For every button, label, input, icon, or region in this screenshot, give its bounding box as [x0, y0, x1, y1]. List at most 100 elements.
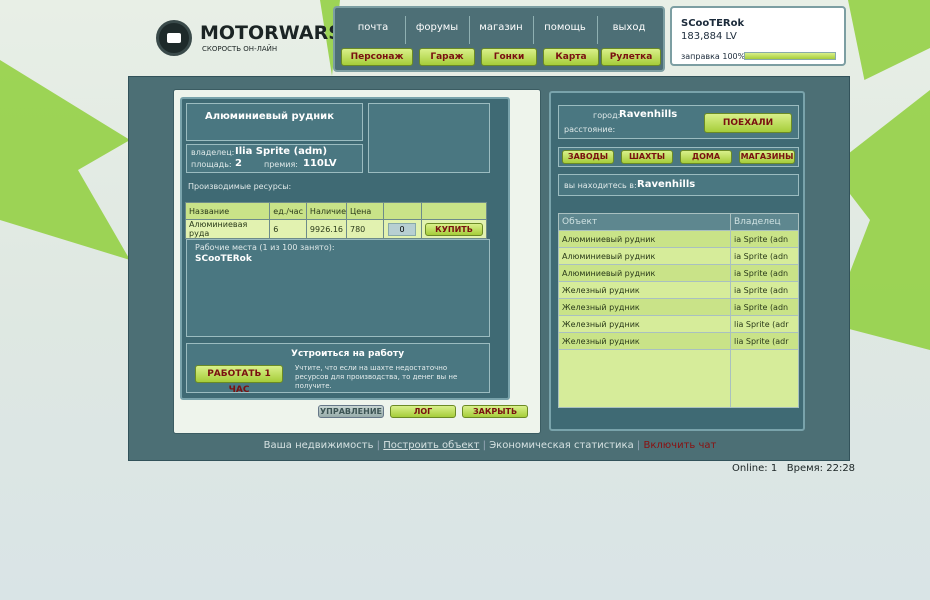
job-note: Учтите, что если на шахте недостаточно р… [295, 364, 458, 390]
building-title-box: Алюминиевый рудник [186, 103, 363, 141]
column-header: Цена [345, 202, 385, 220]
owner-name[interactable]: Ilia Sprite (adm) [235, 146, 327, 157]
close-button[interactable]: ЗАКРЫТЬ [462, 405, 528, 418]
fuel-progress-fill [745, 53, 835, 59]
building-panel: Алюминиевый рудник владелец: Ilia Sprite… [180, 97, 510, 400]
building-window: Алюминиевый рудник владелец: Ilia Sprite… [173, 89, 541, 434]
nav-button-races[interactable]: Гонки [481, 48, 537, 66]
buy-button[interactable]: КУПИТЬ [425, 222, 483, 236]
city-label: город: [593, 111, 621, 120]
object-owner[interactable]: lia Sprite (adr [730, 332, 799, 350]
travel-city[interactable]: Ravenhills [619, 109, 677, 120]
empty-cell [730, 349, 799, 408]
table-row[interactable]: Железный рудник lia Sprite (adr [558, 315, 799, 333]
build-object-link[interactable]: Построить объект [383, 440, 479, 451]
nav-link-help[interactable]: помощь [533, 22, 597, 33]
nav-button-roulette[interactable]: Рулетка [601, 48, 661, 66]
nav-link-mail[interactable]: почта [341, 22, 405, 33]
city-panel: город: Ravenhills расстояние: ПОЕХАЛИ ЗА… [549, 91, 805, 431]
nav-button-map[interactable]: Карта [543, 48, 599, 66]
decor-splash [0, 60, 130, 260]
objects-table: Объект Владелец Алюминиевый рудник ia Spr… [558, 213, 799, 408]
workplaces-label: Рабочие места (1 из 100 занято): [195, 243, 335, 252]
decor-splash [848, 0, 930, 80]
location-box: вы находитесь в: Ravenhills [558, 174, 799, 196]
premium-value: 110LV [303, 158, 337, 169]
distance-label: расстояние: [564, 125, 616, 134]
table-filler [558, 349, 799, 408]
resources-label: Производимые ресурсы: [188, 182, 292, 191]
top-navigation: почта форумы магазин помощь выход Персон… [333, 6, 665, 72]
object-name[interactable]: Железный рудник [558, 332, 731, 350]
table-row[interactable]: Алюминиевый рудник ia Sprite (adn [558, 230, 799, 248]
table-row[interactable]: Алюминиевый рудник ia Sprite (adn [558, 247, 799, 265]
link-separator: | [482, 440, 486, 451]
area-value: 2 [235, 158, 242, 169]
object-owner[interactable]: ia Sprite (adn [730, 230, 799, 248]
fuel-progress-bar [744, 52, 836, 60]
resource-price: 780 [345, 219, 385, 239]
area-label: площадь: [191, 160, 232, 169]
my-property-link[interactable]: Ваша недвижимость [264, 440, 374, 451]
table-row[interactable]: Железный рудник ia Sprite (adn [558, 281, 799, 299]
time-value: 22:28 [826, 463, 856, 474]
column-header [421, 202, 487, 220]
go-button[interactable]: ПОЕХАЛИ [704, 113, 792, 133]
worker-name[interactable]: SCooTERok [195, 254, 252, 264]
object-owner[interactable]: lia Sprite (adr [730, 315, 799, 333]
table-row[interactable]: Алюминиевый рудник ia Sprite (adn [558, 264, 799, 282]
resource-stock: 9926.16 [305, 219, 348, 239]
economic-stats-link[interactable]: Экономическая статистика [489, 440, 634, 451]
status-bar: Online: 1 Время: 22:28 [732, 463, 855, 474]
filter-shops-button[interactable]: МАГАЗИНЫ [739, 150, 795, 164]
nav-link-shop[interactable]: магазин [469, 22, 533, 33]
username[interactable]: SCooTERok [681, 18, 744, 29]
quantity-input[interactable] [388, 222, 417, 236]
user-money: 183,884 LV [681, 31, 737, 42]
filter-houses-button[interactable]: ДОМА [680, 150, 732, 164]
bottom-links: Ваша недвижимость | Построить объект | Э… [129, 440, 851, 451]
resource-name: Алюминиевая руда [184, 219, 271, 239]
object-name[interactable]: Алюминиевый рудник [558, 247, 731, 265]
table-row[interactable]: Железный рудник ia Sprite (adn [558, 298, 799, 316]
travel-box: город: Ravenhills расстояние: ПОЕХАЛИ [558, 105, 799, 139]
job-box: Устроиться на работу РАБОТАТЬ 1 ЧАС Учти… [186, 343, 490, 395]
building-image [368, 103, 490, 173]
job-title: Устроиться на работу [291, 349, 405, 359]
nav-link-logout[interactable]: выход [597, 22, 661, 33]
filter-mines-button[interactable]: ШАХТЫ [621, 150, 673, 164]
log-button[interactable]: ЛОГ [390, 405, 456, 418]
qty-cell [383, 219, 422, 239]
filter-factories-button[interactable]: ЗАВОДЫ [562, 150, 614, 164]
resources-table: Название ед./час Наличие Цена Алюминиева… [184, 202, 487, 239]
nav-button-garage[interactable]: Гараж [419, 48, 475, 66]
fuel-label: заправка 100% [681, 52, 746, 61]
nav-button-character[interactable]: Персонаж [341, 48, 413, 66]
object-owner[interactable]: ia Sprite (adn [730, 298, 799, 316]
object-name[interactable]: Алюминиевый рудник [558, 230, 731, 248]
object-name[interactable]: Железный рудник [558, 315, 731, 333]
object-name[interactable]: Железный рудник [558, 281, 731, 299]
object-name[interactable]: Железный рудник [558, 298, 731, 316]
column-header [383, 202, 422, 220]
online-count: 1 [770, 463, 778, 474]
link-separator: | [636, 440, 641, 451]
logo-slogan: СКОРОСТЬ ОН-ЛАЙН [202, 45, 278, 53]
table-row[interactable]: Железный рудник lia Sprite (adr [558, 332, 799, 350]
object-owner[interactable]: ia Sprite (adn [730, 281, 799, 299]
premium-label: премия: [264, 160, 298, 169]
logo-icon[interactable] [156, 20, 192, 56]
filter-bar: ЗАВОДЫ ШАХТЫ ДОМА МАГАЗИНЫ [558, 147, 799, 167]
nav-link-forums[interactable]: форумы [405, 22, 469, 33]
manage-button[interactable]: УПРАВЛЕНИЕ [318, 405, 384, 418]
column-header: Объект [558, 213, 731, 231]
object-name[interactable]: Алюминиевый рудник [558, 264, 731, 282]
empty-cell [558, 349, 731, 408]
object-owner[interactable]: ia Sprite (adn [730, 264, 799, 282]
location-city: Ravenhills [637, 179, 696, 190]
enable-chat-link[interactable]: Включить чат [643, 440, 716, 451]
work-one-hour-button[interactable]: РАБОТАТЬ 1 ЧАС [195, 365, 283, 395]
online-label: Online: [732, 463, 768, 474]
time-label: Время: [786, 463, 824, 474]
object-owner[interactable]: ia Sprite (adn [730, 247, 799, 265]
